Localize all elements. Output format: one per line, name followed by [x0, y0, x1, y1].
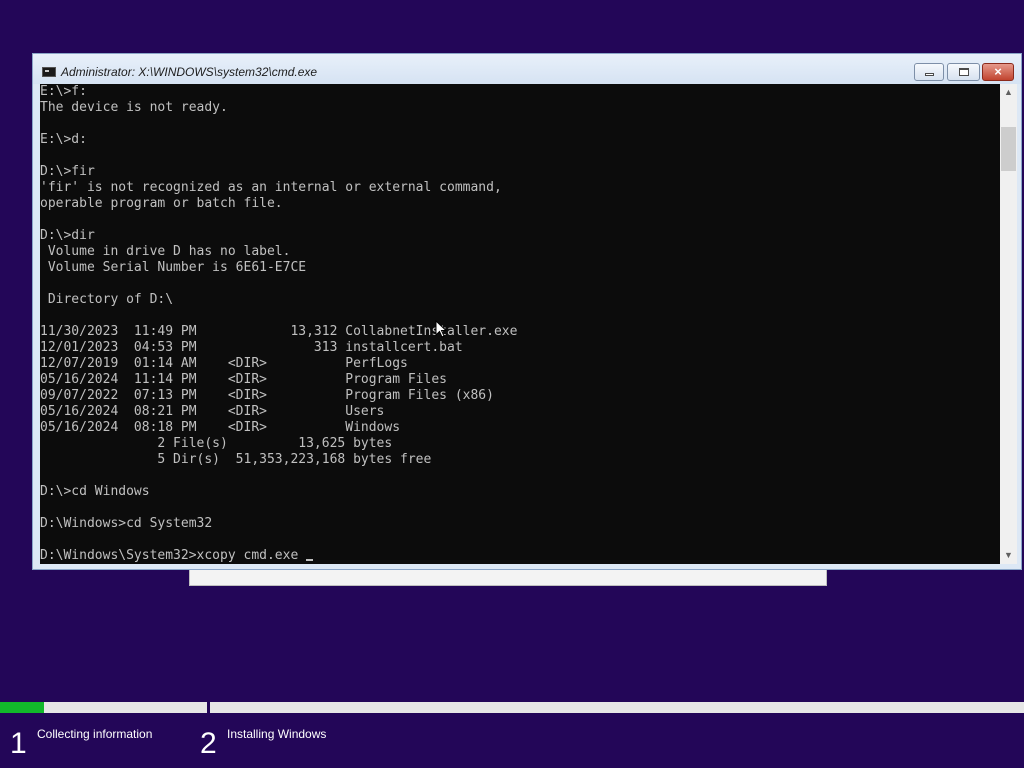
- console-line: Volume Serial Number is 6E61-E7CE: [40, 260, 307, 275]
- restore-icon: [959, 68, 969, 76]
- console-line: operable program or batch file.: [40, 196, 283, 211]
- console-line: 09/07/2022 07:13 PM <DIR> Program Files …: [40, 388, 494, 403]
- console-line: D:\>cd Windows: [40, 484, 150, 499]
- console-icon[interactable]: [42, 67, 56, 77]
- minimize-button[interactable]: [914, 63, 944, 81]
- console-line: D:\>fir: [40, 164, 95, 179]
- console-line: 12/01/2023 04:53 PM 313 installcert.bat: [40, 340, 463, 355]
- title-bar[interactable]: Administrator: X:\WINDOWS\system32\cmd.e…: [33, 54, 1021, 84]
- window-title: Administrator: X:\WINDOWS\system32\cmd.e…: [61, 65, 318, 79]
- scroll-up-icon[interactable]: ▲: [1000, 84, 1017, 101]
- console-line: E:\>d:: [40, 132, 87, 147]
- console-line: Volume in drive D has no label.: [40, 244, 291, 259]
- mouse-pointer-icon: [435, 320, 447, 338]
- console-line: 2 File(s) 13,625 bytes: [40, 436, 393, 451]
- step-number: 2: [200, 727, 217, 760]
- vertical-scrollbar[interactable]: ▲ ▼: [1000, 84, 1017, 564]
- progress-divider: [207, 702, 210, 713]
- console-line: Directory of D:\: [40, 292, 174, 307]
- scroll-thumb[interactable]: [1001, 127, 1016, 171]
- console-line: 'fir' is not recognized as an internal o…: [40, 180, 502, 195]
- scroll-down-icon[interactable]: ▼: [1000, 547, 1017, 564]
- text-cursor: [306, 559, 314, 561]
- console-line: 5 Dir(s) 51,353,223,168 bytes free: [40, 452, 432, 467]
- setup-progress-bar: [0, 702, 1024, 713]
- console-line: 05/16/2024 08:18 PM <DIR> Windows: [40, 420, 401, 435]
- console-line: D:\>dir: [40, 228, 95, 243]
- console-line: 12/07/2019 01:14 AM <DIR> PerfLogs: [40, 356, 408, 371]
- console-output[interactable]: E:\>f: The device is not ready. E:\>d: D:\>…: [40, 84, 1000, 564]
- console-line: 05/16/2024 11:14 PM <DIR> Program Files: [40, 372, 447, 387]
- close-button[interactable]: ×: [982, 63, 1014, 81]
- step-number: 1: [10, 727, 27, 760]
- step-label: Collecting information: [37, 727, 153, 741]
- step-label: Installing Windows: [227, 727, 327, 741]
- cmd-window[interactable]: Administrator: X:\WINDOWS\system32\cmd.e…: [32, 53, 1022, 570]
- restore-button[interactable]: [947, 63, 980, 81]
- console-line: E:\>f:: [40, 84, 87, 99]
- console-line: The device is not ready.: [40, 100, 228, 115]
- close-icon: ×: [994, 64, 1002, 79]
- console-line: D:\Windows>cd System32: [40, 516, 213, 531]
- progress-fill: [0, 702, 45, 713]
- console-line: D:\Windows\System32>xcopy cmd.exe: [40, 548, 517, 564]
- console-line: 05/16/2024 08:21 PM <DIR> Users: [40, 404, 385, 419]
- minimize-icon: [925, 73, 934, 76]
